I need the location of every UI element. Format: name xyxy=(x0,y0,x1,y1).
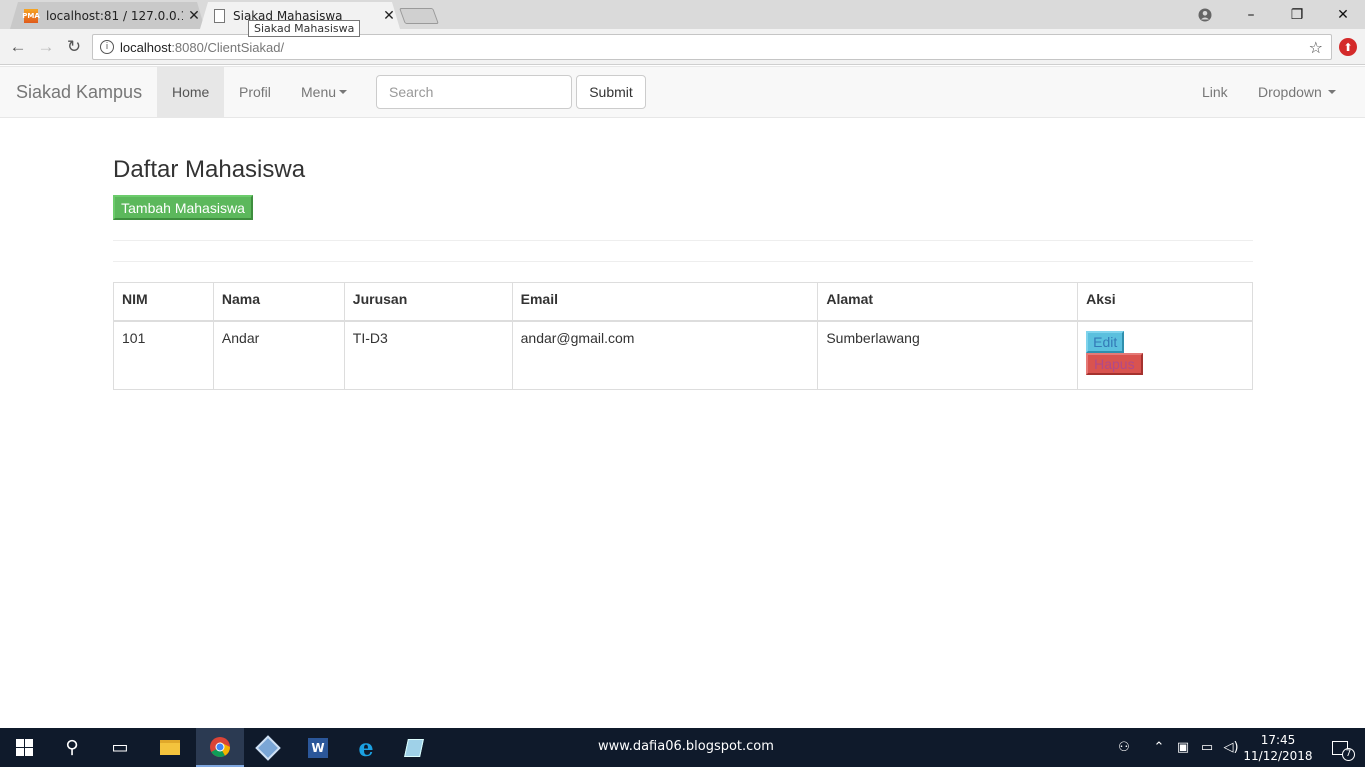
notification-count: 7 xyxy=(1342,748,1355,761)
virtualbox-icon[interactable] xyxy=(244,728,292,767)
close-tab-icon[interactable]: ✕ xyxy=(378,8,400,24)
add-student-button[interactable]: Tambah Mahasiswa xyxy=(113,195,253,220)
browser-tabstrip: PMA localhost:81 / 127.0.0.1 / ✕ Siakad … xyxy=(0,0,1365,29)
delete-button[interactable]: Hapus xyxy=(1086,352,1143,375)
nav-item-label: Menu xyxy=(301,84,337,100)
table-header-row: NIM Nama Jurusan Email Alamat Aksi xyxy=(113,282,1253,322)
search-input[interactable] xyxy=(376,75,572,109)
task-view-icon[interactable]: ▭ xyxy=(96,728,144,767)
bookmark-star-icon[interactable]: ☆ xyxy=(1309,38,1323,58)
url-path: :8080/ClientSiakad/ xyxy=(171,39,285,55)
reload-icon[interactable]: ↻ xyxy=(62,35,86,59)
tab-tooltip: Siakad Mahasiswa xyxy=(248,20,361,37)
windows-start-icon[interactable] xyxy=(0,728,48,767)
page-title: Daftar Mahasiswa xyxy=(113,156,306,183)
network-icon[interactable]: ▭ xyxy=(1196,728,1218,767)
address-bar[interactable]: i localhost:8080/ClientSiakad/ ☆ xyxy=(92,34,1332,60)
back-arrow-icon[interactable]: ← xyxy=(6,35,30,59)
nav-item-link[interactable]: Link xyxy=(1187,67,1243,117)
divider xyxy=(113,240,1253,241)
browser-tab-phpmyadmin[interactable]: PMA localhost:81 / 127.0.0.1 / ✕ xyxy=(10,2,205,29)
info-icon[interactable]: i xyxy=(100,40,114,54)
security-icon[interactable]: ▣ xyxy=(1172,728,1194,767)
column-header-nim: NIM xyxy=(113,282,214,322)
file-explorer-icon[interactable] xyxy=(146,728,194,767)
extension-icon[interactable]: ⬆ xyxy=(1339,38,1357,56)
column-header-nama: Nama xyxy=(212,282,345,322)
phpmyadmin-icon: PMA xyxy=(22,8,40,23)
table-row: 101 Andar TI-D3 andar@gmail.com Sumberla… xyxy=(113,320,1253,390)
student-table: NIM Nama Jurusan Email Alamat Aksi 101 A… xyxy=(113,282,1253,390)
column-header-email: Email xyxy=(511,282,819,322)
submit-button[interactable]: Submit xyxy=(576,75,646,109)
word-icon[interactable]: W xyxy=(294,728,342,767)
nav-item-label: Dropdown xyxy=(1258,84,1322,100)
chrome-icon[interactable] xyxy=(196,728,244,767)
site-navbar: Siakad Kampus Home Profil Menu Submit Li… xyxy=(0,66,1365,118)
nav-item-profil[interactable]: Profil xyxy=(224,67,286,117)
close-tab-icon[interactable]: ✕ xyxy=(183,8,205,24)
nav-item-dropdown[interactable]: Dropdown xyxy=(1243,67,1351,117)
cell-email: andar@gmail.com xyxy=(511,320,819,390)
column-header-jurusan: Jurusan xyxy=(343,282,513,322)
cell-jurusan: TI-D3 xyxy=(343,320,513,390)
forward-arrow-icon[interactable]: → xyxy=(34,35,58,59)
restore-button[interactable]: ❐ xyxy=(1274,0,1320,29)
divider xyxy=(113,261,1253,262)
watermark-text: www.dafia06.blogspot.com xyxy=(598,739,774,754)
caret-down-icon xyxy=(339,90,348,94)
windows-taskbar: ⚲ ▭ W e www.dafia06.blogspot.com ⚇ ⌃ ▣ ▭… xyxy=(0,728,1365,767)
document-icon xyxy=(214,8,225,23)
column-header-alamat: Alamat xyxy=(817,282,1079,322)
internet-explorer-icon[interactable]: e xyxy=(342,728,390,767)
close-window-button[interactable]: ✕ xyxy=(1320,0,1365,29)
column-header-aksi: Aksi xyxy=(1077,282,1253,322)
chevron-up-icon[interactable]: ⌃ xyxy=(1148,728,1170,767)
nav-item-label: Link xyxy=(1202,84,1228,100)
people-icon[interactable]: ⚇ xyxy=(1110,728,1138,767)
new-tab-button[interactable] xyxy=(399,8,439,24)
nav-item-label: Home xyxy=(172,84,210,100)
caret-down-icon xyxy=(1327,90,1336,94)
browser-toolbar: ← → ↻ i localhost:8080/ClientSiakad/ ☆ ⬆ xyxy=(0,29,1365,65)
profile-icon[interactable] xyxy=(1182,0,1228,29)
search-icon[interactable]: ⚲ xyxy=(48,728,96,767)
minimize-button[interactable]: – xyxy=(1228,0,1274,29)
app-icon[interactable] xyxy=(390,728,438,767)
cell-alamat: Sumberlawang xyxy=(817,320,1079,390)
volume-icon[interactable]: ◁) xyxy=(1220,728,1242,767)
nav-item-label: Profil xyxy=(239,84,271,100)
cell-aksi: Edit Hapus xyxy=(1077,320,1253,390)
url-host: localhost xyxy=(120,39,172,55)
system-clock[interactable]: 17:45 11/12/2018 xyxy=(1240,732,1316,764)
edit-button[interactable]: Edit xyxy=(1086,330,1125,353)
nav-item-menu[interactable]: Menu xyxy=(286,67,362,117)
clock-time: 17:45 xyxy=(1260,733,1296,747)
nav-item-home[interactable]: Home xyxy=(157,67,224,117)
clock-date: 11/12/2018 xyxy=(1243,749,1313,763)
tab-title: localhost:81 / 127.0.0.1 / xyxy=(46,8,183,23)
notification-icon[interactable]: 7 xyxy=(1320,728,1360,767)
cell-nim: 101 xyxy=(113,320,214,390)
navbar-brand[interactable]: Siakad Kampus xyxy=(16,82,142,103)
cell-nama: Andar xyxy=(212,320,345,390)
